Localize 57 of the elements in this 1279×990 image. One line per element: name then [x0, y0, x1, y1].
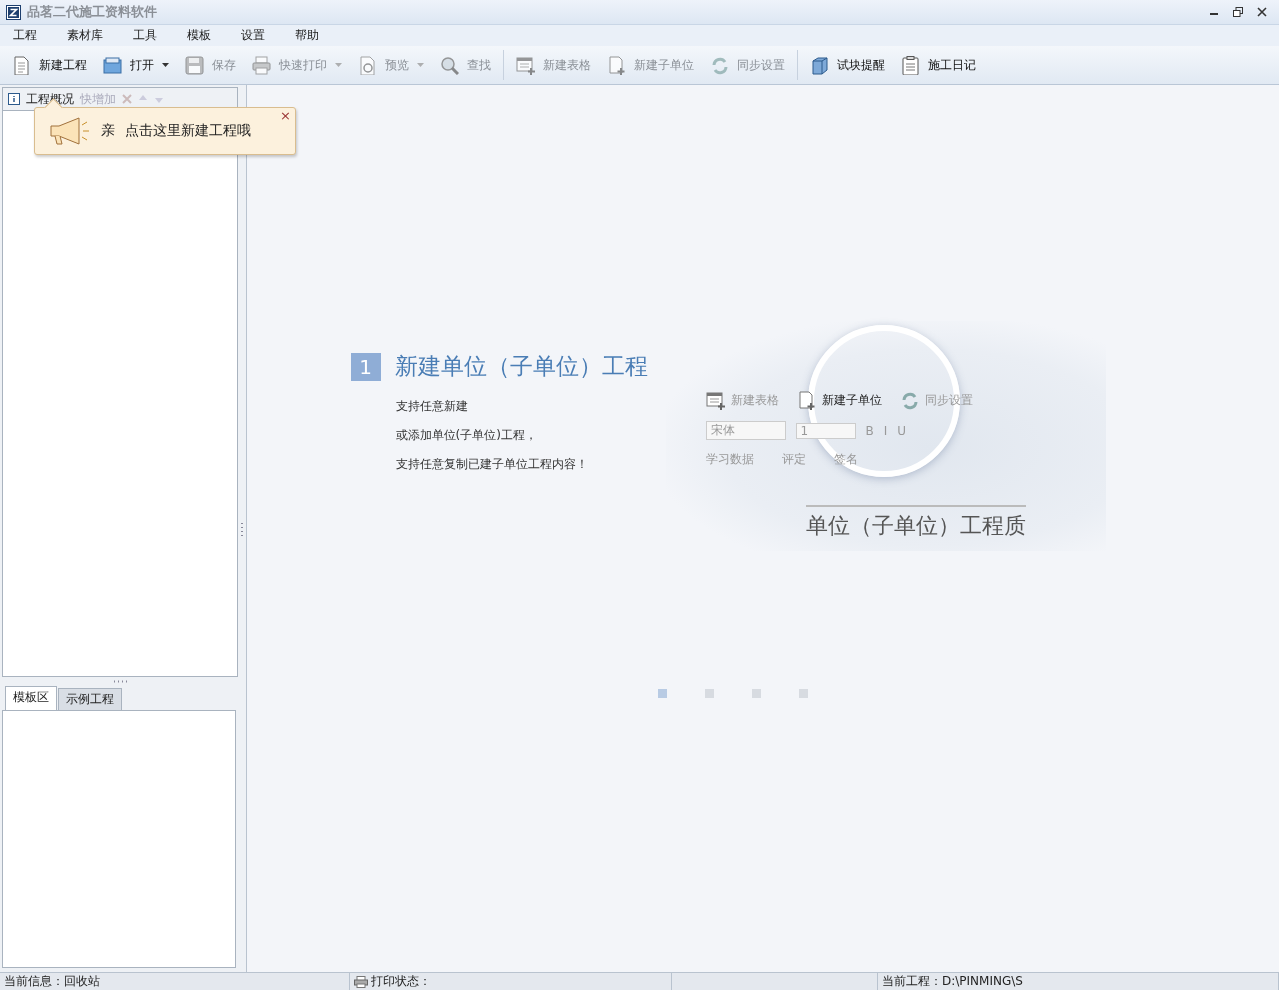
- panel-tab[interactable]: 模板区: [5, 686, 57, 710]
- info-icon: [8, 93, 20, 105]
- description-text: 或添加单位(子单位)工程，: [395, 427, 538, 444]
- printer-icon: [252, 55, 271, 75]
- cube-icon: [810, 55, 829, 75]
- format-label: I: [883, 423, 888, 438]
- app-logo-icon: [6, 4, 21, 20]
- page-plus-icon: [607, 55, 626, 75]
- status-text: 当前信息：回收站: [4, 973, 100, 990]
- table-plus-icon: [705, 391, 725, 410]
- description-text: 支持任意新建: [395, 398, 469, 415]
- toolbar-button[interactable]: 试块提醒: [804, 50, 891, 80]
- menu-item[interactable]: 帮助: [286, 27, 328, 44]
- font-field: 宋体: [705, 421, 786, 440]
- format-label: B: [865, 423, 874, 438]
- close-button[interactable]: ×: [280, 109, 291, 123]
- page-magnifier-icon: [358, 55, 377, 75]
- magnifier-icon: [440, 55, 459, 75]
- illustration-label: 学习数据: [705, 451, 754, 468]
- table-plus-icon: [516, 55, 535, 75]
- toolbar-button[interactable]: 打开: [97, 50, 175, 80]
- printer-icon: [354, 975, 368, 988]
- toolbar-button[interactable]: 新建工程: [6, 50, 93, 80]
- illustration-label: 评定: [781, 451, 806, 468]
- folder-icon: [103, 55, 122, 75]
- panel-tab[interactable]: 示例工程: [58, 688, 122, 710]
- description-text: 支持任意复制已建子单位工程内容！: [395, 456, 589, 473]
- tooltip-text: 点击这里新建工程哦: [125, 122, 251, 140]
- menu-item[interactable]: 工具: [124, 27, 166, 44]
- caret-icon: [335, 63, 342, 67]
- menu-item[interactable]: 素材库: [58, 27, 112, 44]
- status-text: 当前工程：D:\PINMING\S: [882, 973, 1023, 990]
- caret-icon: [162, 63, 169, 67]
- megaphone-icon: [47, 116, 91, 146]
- menu-item[interactable]: 模板: [178, 27, 220, 44]
- illustration-label: 新建表格: [730, 392, 779, 409]
- status-text: 打印状态：: [371, 973, 431, 990]
- menu-item[interactable]: 设置: [232, 27, 274, 44]
- document-icon: [12, 55, 31, 75]
- toolbar-button[interactable]: 施工日记: [895, 50, 982, 80]
- window-title: 品茗二代施工资料软件: [27, 3, 157, 21]
- sync-icon: [710, 55, 729, 75]
- delete-icon: [122, 94, 132, 104]
- document-title: 单位（子单位）工程质: [805, 505, 1026, 541]
- caret-icon: [417, 63, 424, 67]
- format-label: U: [897, 423, 907, 438]
- illustration-label: 同步设置: [924, 392, 973, 409]
- restore-icon[interactable]: [1233, 7, 1243, 17]
- illustration-label: 新建子单位: [821, 392, 882, 409]
- illustration-label: 签名: [833, 451, 858, 468]
- step-heading: 新建单位（子单位）工程: [394, 352, 648, 381]
- clipboard-icon: [901, 55, 920, 75]
- tooltip-greeting: 亲: [101, 122, 115, 140]
- close-icon[interactable]: [1257, 7, 1267, 17]
- size-field: 1: [795, 422, 856, 439]
- step-number: 1: [350, 352, 381, 381]
- menu-item[interactable]: 工程: [4, 27, 46, 44]
